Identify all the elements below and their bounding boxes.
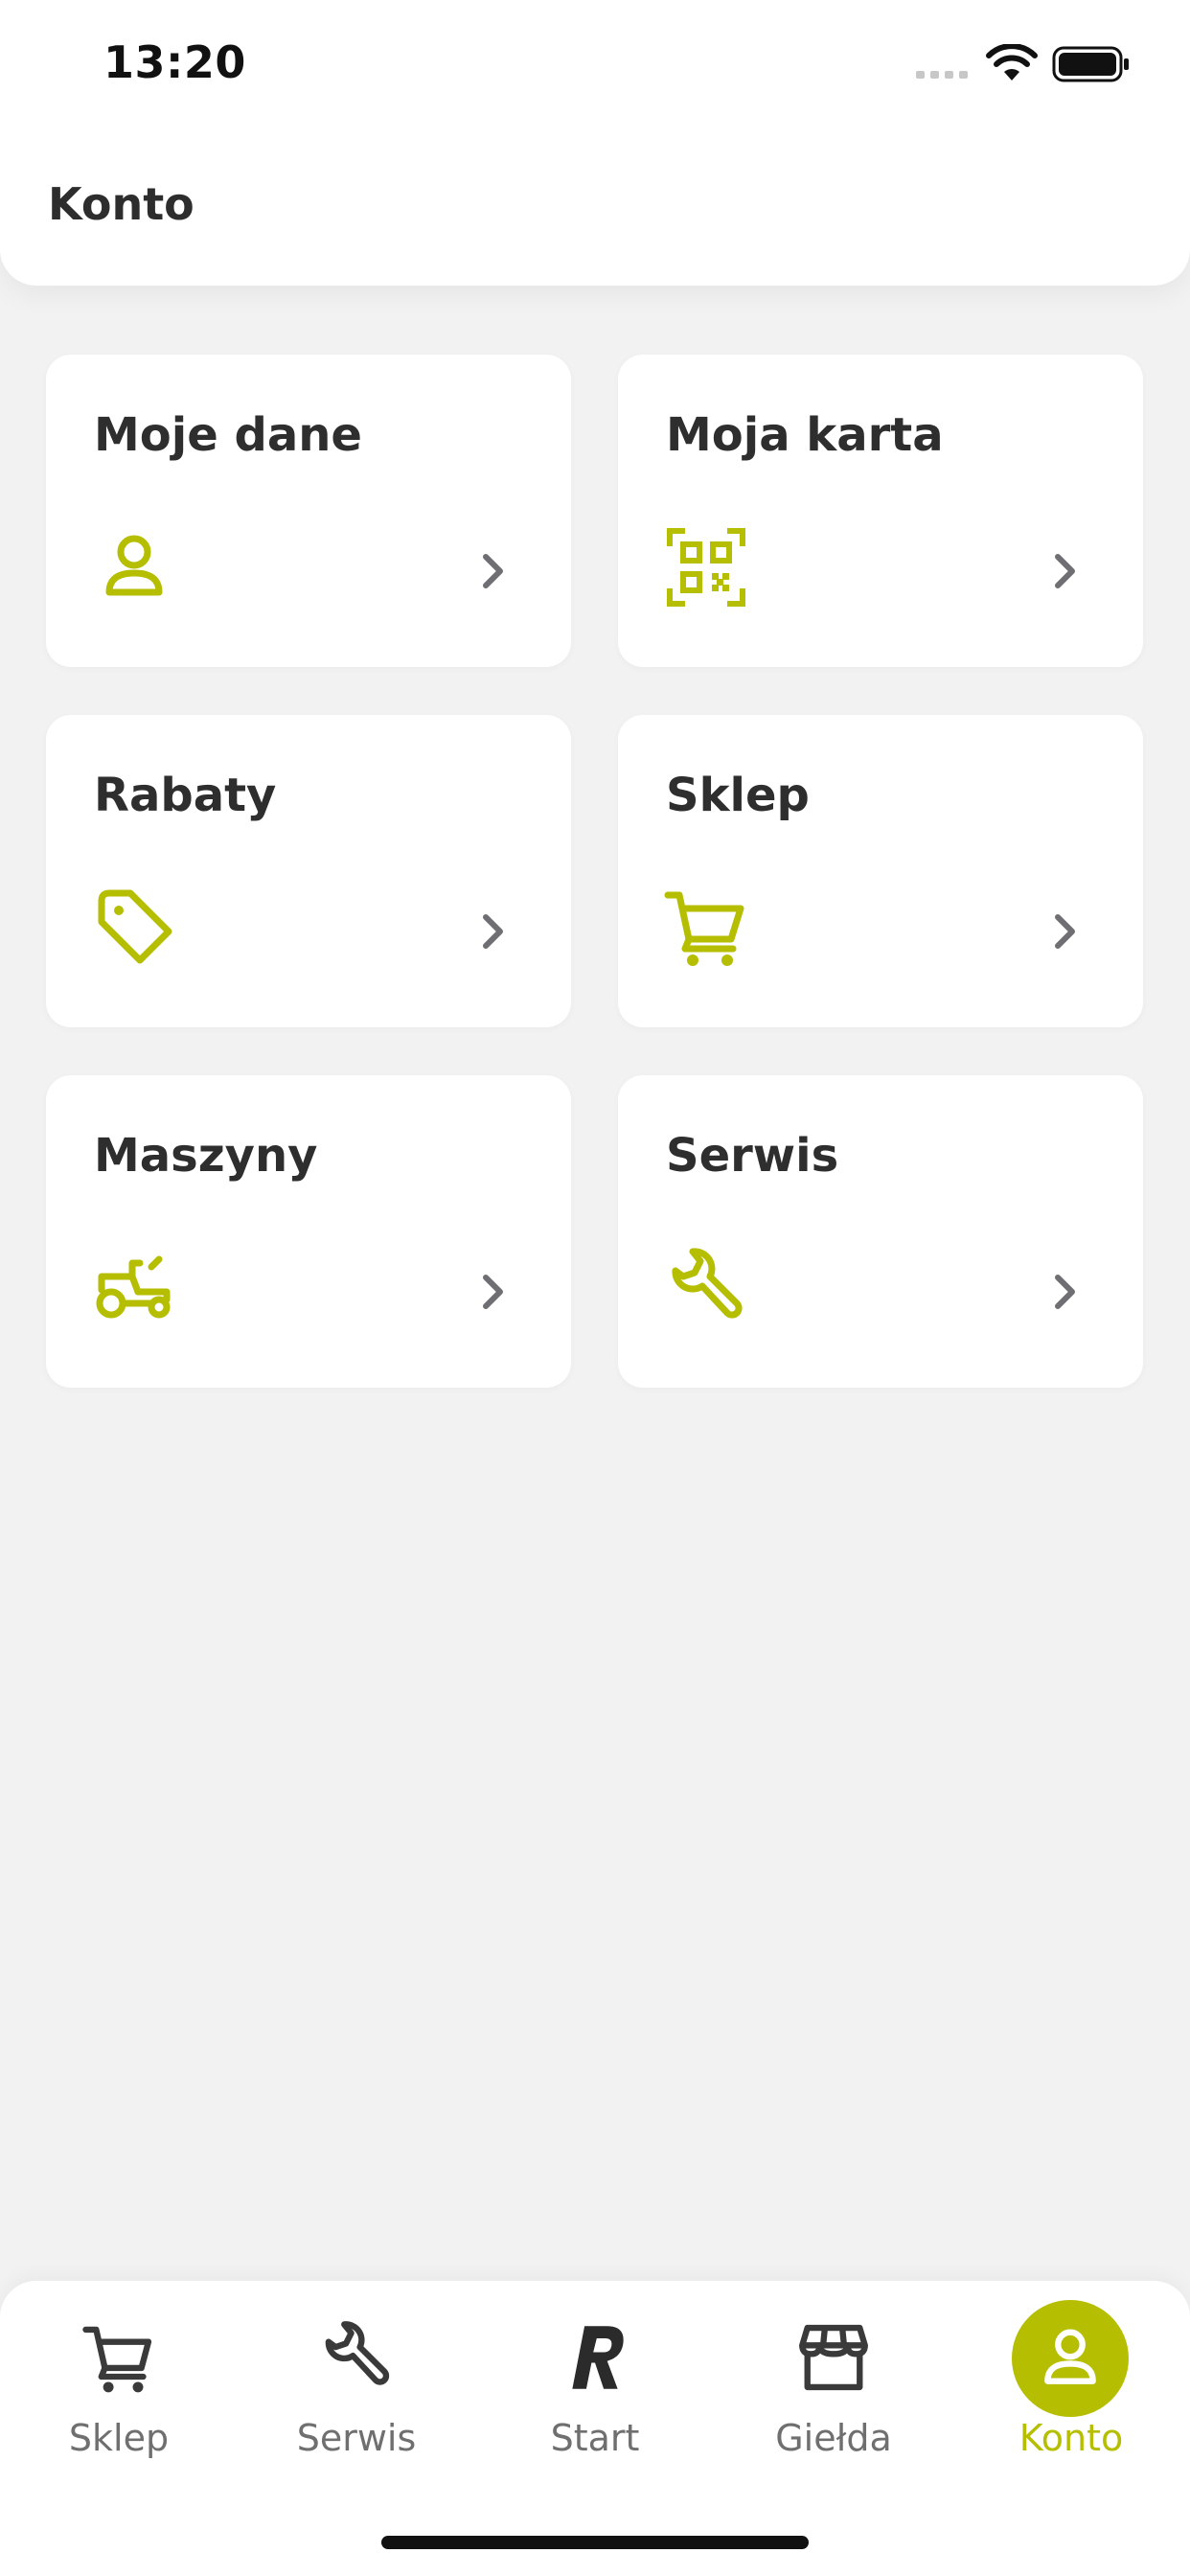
wrench-icon (672, 1248, 743, 1319)
header: 13:20 Konto (0, 0, 1190, 286)
page-title: Konto (48, 178, 195, 230)
chevron-right-icon (483, 914, 503, 949)
nav-item-start[interactable]: Start (490, 2281, 700, 2472)
card-moje-dane[interactable]: Moje dane (46, 355, 571, 667)
status-time: 13:20 (103, 36, 246, 88)
bottom-navigation: Sklep Serwis Start Giełda Konto (0, 2281, 1190, 2576)
nav-label: Start (550, 2417, 640, 2459)
card-title: Serwis (666, 1129, 839, 1183)
active-indicator (1012, 2300, 1129, 2417)
card-moja-karta[interactable]: Moja karta (618, 355, 1143, 667)
wrench-icon (325, 2321, 390, 2385)
nav-label: Sklep (68, 2417, 170, 2459)
card-title: Moja karta (666, 408, 944, 462)
chevron-right-icon (1055, 554, 1075, 588)
battery-icon (1052, 46, 1129, 82)
card-title: Sklep (666, 769, 810, 822)
home-indicator[interactable] (381, 2536, 809, 2549)
card-title: Moje dane (94, 408, 362, 462)
card-sklep[interactable]: Sklep (618, 715, 1143, 1027)
nav-label: Giełda (775, 2417, 892, 2459)
card-serwis[interactable]: Serwis (618, 1075, 1143, 1388)
nav-item-serwis[interactable]: Serwis (251, 2281, 462, 2472)
signal-icon (916, 71, 968, 79)
status-bar: 13:20 (0, 0, 1190, 130)
cart-icon (664, 891, 744, 966)
tractor-icon (96, 1255, 171, 1319)
cart-icon (82, 2326, 152, 2393)
nav-label: Konto (1018, 2417, 1124, 2459)
chevron-right-icon (1055, 1275, 1075, 1309)
card-maszyny[interactable]: Maszyny (46, 1075, 571, 1388)
nav-item-sklep[interactable]: Sklep (13, 2281, 224, 2472)
qr-code-icon (667, 528, 745, 607)
nav-item-konto[interactable]: Konto (966, 2281, 1177, 2472)
tag-icon (98, 889, 172, 964)
chevron-right-icon (483, 1275, 503, 1309)
wifi-icon (986, 44, 1038, 80)
card-title: Rabaty (94, 769, 277, 822)
store-icon (799, 2324, 868, 2391)
nav-label: Serwis (296, 2417, 417, 2459)
user-icon (105, 535, 163, 596)
user-icon (1044, 2329, 1096, 2384)
chevron-right-icon (1055, 914, 1075, 949)
chevron-right-icon (483, 554, 503, 588)
card-title: Maszyny (94, 1129, 318, 1183)
card-rabaty[interactable]: Rabaty (46, 715, 571, 1027)
nav-item-gielda[interactable]: Giełda (728, 2281, 939, 2472)
logo-r-icon (572, 2326, 624, 2389)
